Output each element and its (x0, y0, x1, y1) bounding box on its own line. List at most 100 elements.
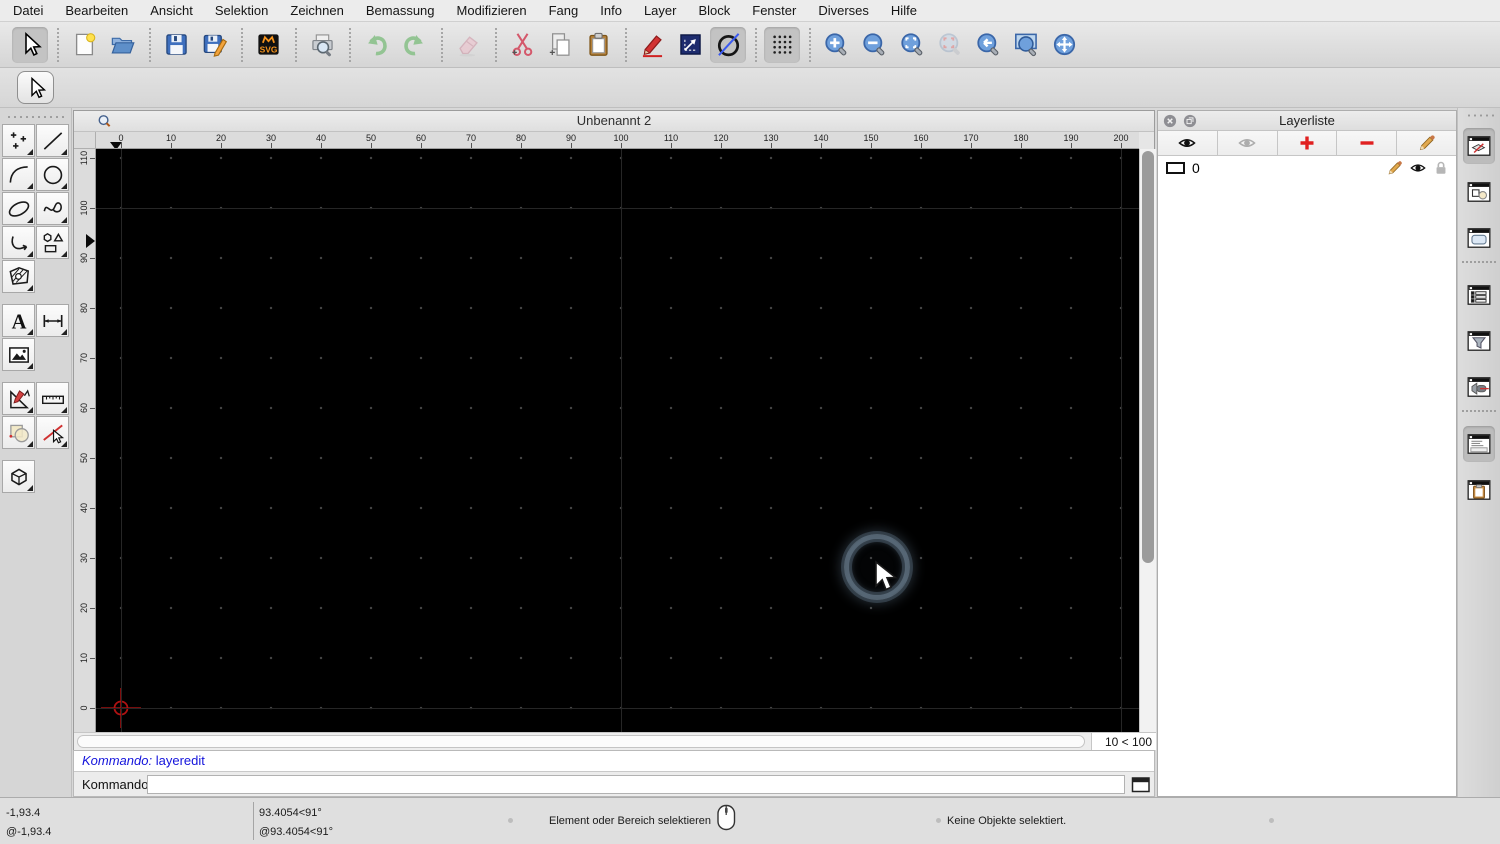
modify-tool-button[interactable] (36, 416, 69, 449)
zoom-out-button[interactable] (856, 27, 892, 63)
show-all-layers-button[interactable] (1158, 131, 1218, 156)
hruler-label: 180 (1013, 133, 1029, 143)
edit-layer-button[interactable] (1397, 131, 1456, 156)
flyout-triangle-icon (27, 183, 33, 189)
ellipse-tool-button[interactable] (2, 192, 35, 225)
menu-modifizieren[interactable]: Modifizieren (457, 3, 527, 18)
erase-button[interactable] (450, 27, 486, 63)
view-previous-button[interactable] (970, 27, 1006, 63)
layer-panel-header[interactable]: Layerliste (1158, 111, 1456, 131)
zoom-auto-button[interactable] (894, 27, 930, 63)
menu-layer[interactable]: Layer (644, 3, 677, 18)
hide-all-layers-button[interactable] (1217, 131, 1278, 156)
layer-lock-icon[interactable] (1433, 160, 1449, 176)
dock-separator (1462, 410, 1496, 412)
shapes-tool-button[interactable] (36, 226, 69, 259)
new-document-button[interactable] (66, 27, 102, 63)
paste-button[interactable] (580, 27, 616, 63)
line-tool-button[interactable] (36, 124, 69, 157)
hruler-label: 90 (565, 133, 576, 143)
command-input[interactable] (147, 775, 1125, 794)
block-list-panel-button[interactable] (1463, 174, 1495, 210)
hruler-label: 50 (365, 133, 376, 143)
selection-tool-button[interactable] (17, 71, 54, 104)
menu-zeichnen[interactable]: Zeichnen (290, 3, 343, 18)
select-arrow-button[interactable] (12, 26, 48, 63)
boolean-tool-button[interactable] (2, 416, 35, 449)
grid-toggle-button[interactable] (764, 26, 800, 63)
selection-list-panel-button[interactable] (1463, 277, 1495, 313)
menu-block[interactable]: Block (698, 3, 730, 18)
dimension-tool-button[interactable] (36, 304, 69, 337)
undock-icon[interactable] (1183, 114, 1197, 128)
menu-ansicht[interactable]: Ansicht (150, 3, 193, 18)
zoom-window-button[interactable] (1008, 27, 1044, 63)
cad-tool-palette: A (0, 108, 72, 844)
hatch-tool-button[interactable] (2, 260, 35, 293)
layer-panel-toolbar (1158, 131, 1456, 156)
remove-layer-button[interactable] (1337, 131, 1398, 156)
cut-button[interactable] (504, 27, 540, 63)
layer-edit-pencil-icon[interactable] (1387, 160, 1403, 176)
menu-fenster[interactable]: Fenster (752, 3, 796, 18)
menu-bemassung[interactable]: Bemassung (366, 3, 435, 18)
palette-drag-handle[interactable] (6, 114, 64, 120)
circle-tool-button[interactable] (36, 158, 69, 191)
dock-drag-handle[interactable] (1466, 113, 1494, 118)
drawing-canvas[interactable] (96, 149, 1139, 732)
image-tool-button[interactable] (2, 338, 35, 371)
library-panel-button[interactable] (1463, 220, 1495, 256)
menu-hilfe[interactable]: Hilfe (891, 3, 917, 18)
points-tool-button[interactable] (2, 124, 35, 157)
layer-visibility-eye-icon[interactable] (1410, 160, 1426, 176)
vertical-scrollbar[interactable] (1139, 149, 1156, 732)
relative-zero-button[interactable] (672, 27, 708, 63)
layer-row[interactable]: 0 (1158, 156, 1456, 179)
toolbar-separator (349, 27, 351, 62)
menu-info[interactable]: Info (600, 3, 622, 18)
hruler-tick (221, 143, 222, 148)
layer-list-panel-button[interactable] (1463, 128, 1495, 164)
menu-datei[interactable]: Datei (13, 3, 43, 18)
command-options-button[interactable] (1131, 776, 1151, 794)
copy-button[interactable] (542, 27, 578, 63)
zoom-selection-button[interactable] (932, 27, 968, 63)
menu-fang[interactable]: Fang (549, 3, 579, 18)
measure-tool-button[interactable] (36, 382, 69, 415)
save-as-button[interactable] (196, 27, 232, 63)
zoom-in-button[interactable] (818, 27, 854, 63)
undo-button[interactable] (358, 27, 394, 63)
svg-export-button[interactable]: SVG (250, 27, 286, 63)
open-file-button[interactable] (104, 27, 140, 63)
drawing-preferences-button[interactable] (634, 27, 670, 63)
statusbar-dot (508, 818, 513, 823)
clipboard-panel-button[interactable] (1463, 472, 1495, 508)
vertical-scrollbar-thumb[interactable] (1142, 151, 1154, 563)
hruler-label: 10 (165, 133, 176, 143)
pan-button[interactable] (1046, 27, 1082, 63)
menu-selektion[interactable]: Selektion (215, 3, 268, 18)
close-icon[interactable] (1163, 114, 1177, 128)
spline-tool-button[interactable] (36, 192, 69, 225)
horizontal-scrollbar-thumb[interactable] (77, 735, 1085, 748)
menu-bearbeiten[interactable]: Bearbeiten (65, 3, 128, 18)
polyline-tool-button[interactable] (2, 226, 35, 259)
restrict-off-button[interactable] (710, 26, 746, 63)
print-preview-button[interactable] (304, 27, 340, 63)
projection-panel-button[interactable] (1463, 369, 1495, 405)
box3d-tool-button[interactable] (2, 460, 35, 493)
command-line-panel-button[interactable] (1463, 426, 1495, 462)
arc-tool-button[interactable] (2, 158, 35, 191)
menu-diverses[interactable]: Diverses (818, 3, 869, 18)
redo-button[interactable] (396, 27, 432, 63)
hruler-label: 20 (215, 133, 226, 143)
filter-panel-button[interactable] (1463, 323, 1495, 359)
add-layer-button[interactable] (1277, 131, 1338, 156)
vruler-tick (90, 658, 95, 659)
text-tool-button[interactable]: A (2, 304, 35, 337)
save-button[interactable] (158, 27, 194, 63)
status-bar: -1,93.4 @-1,93.4 93.4054<91° @93.4054<91… (0, 797, 1500, 844)
horizontal-scrollbar[interactable] (74, 732, 1091, 750)
construction-tool-button[interactable] (2, 382, 35, 415)
document-titlebar[interactable]: Unbenannt 2 (74, 111, 1154, 132)
